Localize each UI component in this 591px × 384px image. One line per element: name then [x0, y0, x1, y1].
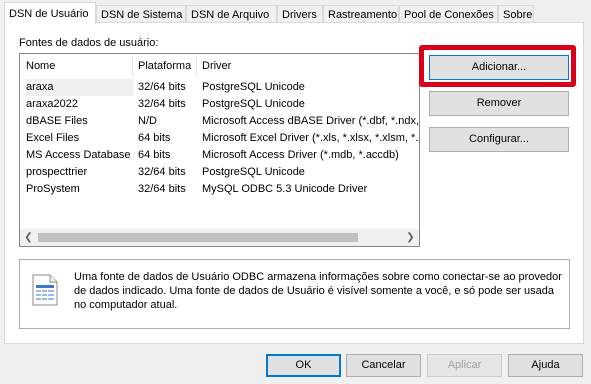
cancel-button[interactable]: Cancelar [346, 354, 421, 377]
apply-button[interactable]: Aplicar [427, 354, 502, 377]
tab-about[interactable]: Sobre [498, 5, 534, 23]
list-row[interactable]: dBASE Files N/D Microsoft Access dBASE D… [20, 113, 419, 130]
info-description: Uma fonte de dados de Usuário ODBC armaz… [74, 271, 562, 311]
list-row[interactable]: araxa 32/64 bits PostgreSQL Unicode [20, 79, 419, 96]
tab-tracing[interactable]: Rastreamento [323, 5, 399, 23]
list-rows: araxa 32/64 bits PostgreSQL Unicode arax… [20, 79, 419, 198]
row-name: dBASE Files [26, 115, 88, 127]
row-name: MS Access Database [26, 149, 131, 161]
info-box: Uma fonte de dados de Usuário ODBC armaz… [19, 259, 570, 329]
row-driver: Microsoft Excel Driver (*.xls, *.xlsx, *… [202, 132, 420, 144]
row-driver: PostgreSQL Unicode [202, 98, 305, 110]
row-name: araxa2022 [26, 98, 78, 110]
row-name: araxa [26, 79, 134, 96]
row-driver: MySQL ODBC 5.3 Unicode Driver [202, 183, 368, 195]
database-file-icon [32, 274, 58, 306]
tab-system-dsn[interactable]: DSN de Sistema [96, 5, 186, 23]
help-button[interactable]: Ajuda [508, 354, 583, 377]
row-name: ProSystem [26, 183, 80, 195]
row-driver: PostgreSQL Unicode [202, 166, 305, 178]
remove-button[interactable]: Remover [429, 91, 569, 116]
row-platform: N/D [138, 115, 157, 127]
ok-button[interactable]: OK [266, 354, 341, 377]
list-row[interactable]: Excel Files 64 bits Microsoft Excel Driv… [20, 130, 419, 147]
list-row[interactable]: araxa2022 32/64 bits PostgreSQL Unicode [20, 96, 419, 113]
list-header: Nome Plataforma Driver [20, 54, 419, 78]
tab-file-dsn[interactable]: DSN de Arquivo [186, 5, 277, 23]
row-driver: Microsoft Access Driver (*.mdb, *.accdb) [202, 149, 399, 161]
tab-connection-pool[interactable]: Pool de Conexões [399, 5, 498, 23]
column-header-name[interactable]: Nome [20, 54, 55, 78]
tab-drivers[interactable]: Drivers [277, 5, 323, 23]
row-platform: 32/64 bits [138, 98, 186, 110]
list-row[interactable]: ProSystem 32/64 bits MySQL ODBC 5.3 Unic… [20, 181, 419, 198]
horizontal-scrollbar[interactable]: ❮ ❯ [20, 229, 419, 246]
row-driver: PostgreSQL Unicode [202, 81, 305, 93]
scroll-left-icon[interactable]: ❮ [20, 229, 37, 246]
row-driver: Microsoft Access dBASE Driver (*.dbf, *.… [202, 115, 420, 127]
scrollbar-thumb[interactable] [38, 233, 358, 242]
row-name: Excel Files [26, 132, 80, 144]
sources-label: Fontes de dados de usuário: [19, 37, 159, 49]
list-row[interactable]: MS Access Database 64 bits Microsoft Acc… [20, 147, 419, 164]
configure-button[interactable]: Configurar... [429, 127, 569, 152]
data-sources-list[interactable]: Nome Plataforma Driver araxa 32/64 bits … [19, 53, 420, 247]
tab-user-dsn[interactable]: DSN de Usuário [4, 2, 96, 24]
row-platform: 32/64 bits [138, 81, 186, 93]
row-platform: 32/64 bits [138, 183, 186, 195]
highlight-annotation [419, 45, 576, 87]
row-name: prospecttrier [26, 166, 88, 178]
list-row[interactable]: prospecttrier 32/64 bits PostgreSQL Unic… [20, 164, 419, 181]
column-header-platform[interactable]: Plataforma [132, 54, 191, 78]
row-platform: 32/64 bits [138, 166, 186, 178]
row-platform: 64 bits [138, 132, 171, 144]
scroll-right-icon[interactable]: ❯ [402, 229, 419, 246]
row-platform: 64 bits [138, 149, 171, 161]
column-header-driver[interactable]: Driver [196, 54, 231, 78]
